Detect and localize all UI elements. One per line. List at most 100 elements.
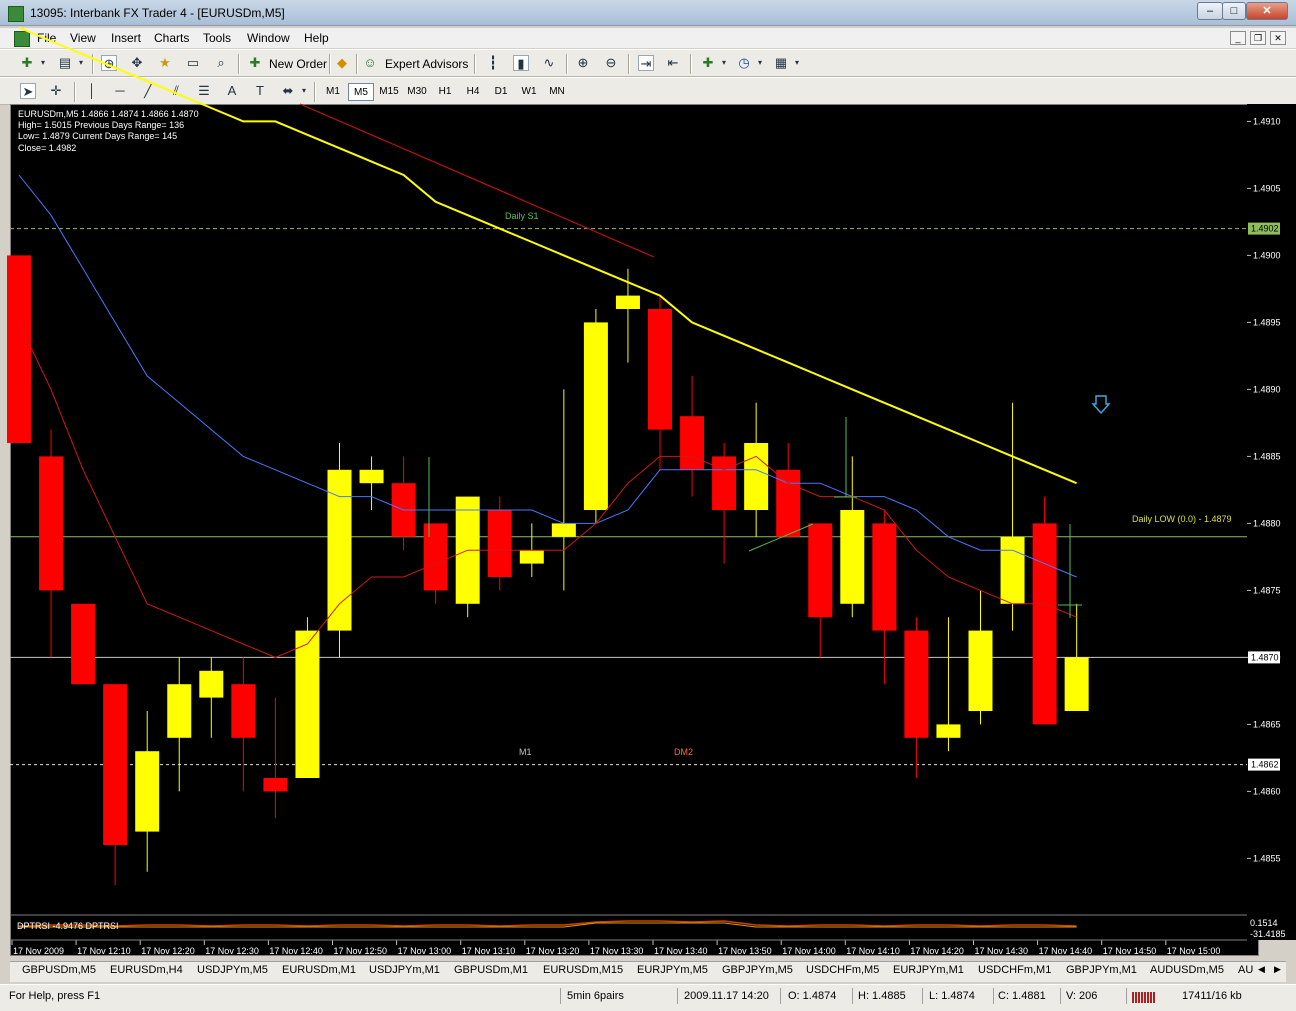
price-marker-lower-label: 1.4862 bbox=[1251, 760, 1279, 770]
time-tick-label: 17 Nov 12:10 bbox=[77, 946, 131, 956]
scroll-right-icon[interactable]: ▶ bbox=[1274, 964, 1281, 975]
candle-body bbox=[135, 751, 160, 832]
price-tick-label: 1.4900 bbox=[1253, 250, 1281, 260]
daily-low-label: Daily LOW (0.0) - 1.4879 bbox=[1132, 514, 1232, 524]
status-datetime: 2009.11.17 14:20 bbox=[684, 990, 769, 1002]
candle-body bbox=[1032, 523, 1057, 725]
moving-average-fast bbox=[18, 322, 1077, 658]
chart-info-line2: High= 1.5015 Previous Days Range= 136 bbox=[18, 120, 185, 130]
candle-body bbox=[199, 670, 224, 698]
candle-body bbox=[231, 684, 256, 738]
time-tick-label: 17 Nov 12:20 bbox=[141, 946, 195, 956]
time-tick-label: 17 Nov 14:10 bbox=[846, 946, 900, 956]
moving-average-mid bbox=[18, 174, 1077, 578]
daily-s1-label: Daily S1 bbox=[505, 211, 539, 221]
status-help: For Help, press F1 bbox=[9, 990, 101, 1002]
status-traffic: 17411/16 kb bbox=[1182, 990, 1242, 1002]
time-tick-label: 17 Nov 13:00 bbox=[398, 946, 452, 956]
candle-body bbox=[583, 322, 608, 510]
tab-eurusdm-m15[interactable]: EURUSDm,M15 bbox=[543, 964, 623, 976]
price-tick-label: 1.4890 bbox=[1253, 384, 1281, 394]
price-tick-label: 1.4885 bbox=[1253, 451, 1281, 461]
candle-body bbox=[103, 684, 128, 845]
indicator-scale-top: 0.1514 bbox=[1250, 918, 1278, 928]
candle-body bbox=[359, 469, 384, 484]
candle-body bbox=[808, 523, 833, 618]
candle-body bbox=[648, 309, 672, 430]
time-tick-label: 17 Nov 14:40 bbox=[1039, 946, 1093, 956]
time-tick-label: 17 Nov 14:30 bbox=[975, 946, 1029, 956]
time-tick-label: 17 Nov 15:00 bbox=[1167, 946, 1221, 956]
time-tick-label: 17 Nov 12:50 bbox=[334, 946, 388, 956]
dptrsi-indicator-line bbox=[18, 920, 1077, 927]
time-tick-label: 17 Nov 14:20 bbox=[910, 946, 964, 956]
status-volume: V: 206 bbox=[1066, 990, 1098, 1002]
candle-body bbox=[1000, 536, 1025, 604]
tab-eurusdm-h4[interactable]: EURUSDm,H4 bbox=[110, 964, 183, 976]
time-tick-label: 17 Nov 13:30 bbox=[590, 946, 644, 956]
candle-body bbox=[423, 523, 448, 591]
price-tick-label: 1.4855 bbox=[1253, 853, 1281, 863]
tab-usdjpym-m1[interactable]: USDJPYm,M1 bbox=[369, 964, 440, 976]
time-tick-label: 17 Nov 14:50 bbox=[1103, 946, 1157, 956]
tab-eurusdm-m1[interactable]: EURUSDm,M1 bbox=[282, 964, 356, 976]
candle-body bbox=[744, 443, 769, 510]
tab-gbpusdm-m1[interactable]: GBPUSDm,M1 bbox=[454, 964, 528, 976]
time-tick-label: 17 Nov 12:40 bbox=[269, 946, 323, 956]
connection-indicator-icon bbox=[1132, 992, 1156, 1003]
candle-body bbox=[71, 603, 96, 685]
candle-body bbox=[680, 416, 705, 470]
price-tick-label: 1.4905 bbox=[1253, 183, 1281, 193]
candle-body bbox=[519, 550, 544, 564]
candle-body bbox=[263, 778, 288, 792]
down-arrow-icon[interactable] bbox=[1091, 395, 1111, 415]
time-tick-label: 17 Nov 13:10 bbox=[462, 946, 516, 956]
candle-body bbox=[327, 469, 352, 631]
time-tick-label: 17 Nov 13:40 bbox=[654, 946, 708, 956]
m1-level-label: M1 bbox=[519, 747, 532, 757]
candle-body bbox=[487, 510, 512, 577]
time-tick-label: 17 Nov 13:50 bbox=[718, 946, 772, 956]
price-chart: 1.4910 1.4905 1.4900 1.4895 1.4890 1.4885 1.48… bbox=[7, 26, 1281, 956]
indicator-scale-bottom: -31.4185 bbox=[1250, 929, 1286, 939]
price-tick-label: 1.4865 bbox=[1253, 719, 1281, 729]
time-tick-label: 17 Nov 2009 bbox=[13, 946, 64, 956]
tab-au[interactable]: AU bbox=[1238, 964, 1253, 976]
tab-gbpjpym-m5[interactable]: GBPJPYm,M5 bbox=[722, 964, 793, 976]
candle-body bbox=[615, 295, 640, 309]
tab-usdjpym-m5[interactable]: USDJPYm,M5 bbox=[197, 964, 268, 976]
tab-eurjpym-m5[interactable]: EURJPYm,M5 bbox=[637, 964, 708, 976]
chart-info-line4: Close= 1.4982 bbox=[18, 143, 77, 153]
status-bar: For Help, press F1 5min 6pairs 2009.11.1… bbox=[0, 984, 1296, 1011]
candle-body bbox=[712, 456, 737, 510]
tab-gbpusdm-m5[interactable]: GBPUSDm,M5 bbox=[22, 964, 96, 976]
time-tick-label: 17 Nov 14:00 bbox=[782, 946, 836, 956]
indicator-label: DPTRSI -4.9476 DPTRSI bbox=[17, 921, 119, 931]
price-tick-label: 1.4875 bbox=[1253, 585, 1281, 595]
candle-body bbox=[936, 724, 961, 738]
dm2-level-label: DM2 bbox=[674, 747, 694, 757]
candle-body bbox=[39, 456, 64, 591]
price-marker-current-label: 1.4870 bbox=[1251, 652, 1279, 662]
candle-body bbox=[295, 630, 320, 778]
status-low: L: 1.4874 bbox=[929, 990, 975, 1002]
scroll-left-icon[interactable]: ◀ bbox=[1258, 964, 1265, 975]
status-high: H: 1.4885 bbox=[858, 990, 906, 1002]
tab-usdchfm-m5[interactable]: USDCHFm,M5 bbox=[806, 964, 879, 976]
candle-body bbox=[7, 255, 31, 443]
trendline[interactable] bbox=[299, 103, 655, 258]
tab-usdchfm-m1[interactable]: USDCHFm,M1 bbox=[978, 964, 1051, 976]
tab-gbpjpym-m1[interactable]: GBPJPYm,M1 bbox=[1066, 964, 1137, 976]
candle-body bbox=[840, 510, 865, 604]
candle-body bbox=[872, 523, 897, 631]
status-open: O: 1.4874 bbox=[788, 990, 837, 1002]
tab-eurjpym-m1[interactable]: EURJPYm,M1 bbox=[893, 964, 964, 976]
time-tick-label: 17 Nov 13:20 bbox=[526, 946, 580, 956]
status-profile[interactable]: 5min 6pairs bbox=[567, 990, 624, 1002]
tab-audusdm-m5[interactable]: AUDUSDm,M5 bbox=[1150, 964, 1224, 976]
candle-body bbox=[904, 630, 929, 738]
price-marker-s1-label: 1.4902 bbox=[1251, 224, 1279, 234]
price-tick-label: 1.4895 bbox=[1253, 317, 1281, 327]
candle-body bbox=[968, 630, 993, 711]
candle-body bbox=[167, 684, 192, 738]
